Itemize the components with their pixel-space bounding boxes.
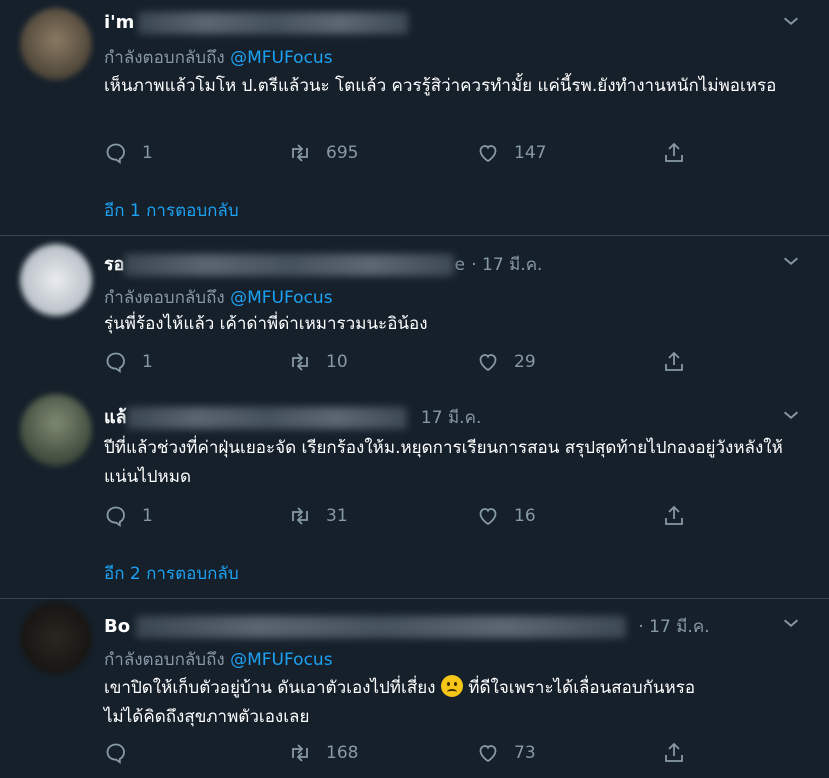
retweet-count: 168	[326, 743, 359, 763]
share-icon	[665, 505, 683, 525]
heart-icon	[479, 145, 497, 163]
avatar[interactable]	[20, 244, 92, 316]
retweet-count: 695	[326, 143, 359, 163]
chevron-down-icon[interactable]	[780, 404, 802, 426]
share-button[interactable]	[662, 738, 700, 768]
reply-count: 1	[142, 143, 153, 163]
tweet-actions: 1 10 29	[104, 347, 704, 377]
share-button[interactable]	[662, 347, 700, 377]
display-name[interactable]: รอ e · 17 มี.ค.	[104, 252, 542, 278]
avatar[interactable]	[20, 8, 92, 80]
like-button[interactable]: 29	[476, 347, 536, 377]
chevron-down-icon[interactable]	[780, 612, 802, 634]
like-button[interactable]: 16	[476, 501, 536, 531]
retweet-count: 10	[326, 352, 348, 372]
comment-icon	[106, 506, 125, 527]
share-button[interactable]	[662, 501, 700, 531]
reply-button[interactable]: 1	[104, 501, 153, 531]
reply-count: 1	[142, 506, 153, 526]
frowning-face-emoji-icon	[440, 675, 463, 697]
reply-to-line: กำลังตอบกลับถึง @MFUFocus	[104, 48, 333, 68]
show-more-replies-link[interactable]: อีก 1 การตอบกลับ	[104, 197, 239, 224]
retweet-icon	[292, 353, 308, 371]
divider	[0, 598, 829, 599]
tweet-text: ปีที่แล้วช่วงที่ค่าฝุ่นเยอะจัด เรียกร้อง…	[104, 438, 783, 487]
like-button[interactable]: 147	[476, 138, 546, 168]
reply-button[interactable]: 1	[104, 347, 153, 377]
blurred-username	[124, 254, 455, 276]
like-count: 16	[514, 506, 536, 526]
display-name[interactable]: แล้ 17 มี.ค.	[104, 405, 481, 431]
like-count: 73	[514, 743, 536, 763]
heart-icon	[479, 508, 497, 526]
like-count: 147	[514, 143, 547, 163]
retweet-button[interactable]: 168	[288, 738, 358, 768]
like-button[interactable]: 73	[476, 738, 536, 768]
comment-icon	[106, 352, 125, 373]
heart-icon	[479, 745, 497, 763]
display-name[interactable]: Bo · 17 มี.ค.	[104, 614, 710, 640]
tweet-text: รุ่นพี่ร้องไห้แล้ว เค้าด่าพี่ด่าเหมารวมน…	[104, 314, 428, 334]
tweet-date[interactable]: · 17 มี.ค.	[638, 617, 709, 637]
avatar[interactable]	[20, 394, 92, 466]
blurred-username	[126, 407, 407, 429]
reply-button[interactable]: 1	[104, 138, 153, 168]
reply-to-line: กำลังตอบกลับถึง @MFUFocus	[104, 650, 333, 670]
comment-icon	[106, 743, 125, 764]
chevron-down-icon[interactable]	[780, 10, 802, 32]
share-button[interactable]	[662, 138, 700, 168]
retweet-count: 31	[326, 506, 348, 526]
mention-link[interactable]: @MFUFocus	[230, 650, 332, 670]
retweet-icon	[292, 744, 308, 762]
retweet-button[interactable]: 695	[288, 138, 358, 168]
tweet-actions: 1 31 16	[104, 501, 704, 531]
show-more-replies-link[interactable]: อีก 2 การตอบกลับ	[104, 560, 239, 587]
heart-icon	[479, 354, 497, 372]
share-icon	[665, 742, 683, 762]
retweet-icon	[292, 507, 308, 525]
blurred-username	[136, 616, 627, 638]
reply-button[interactable]	[104, 738, 142, 768]
divider	[0, 235, 829, 236]
tweet-text: เขาปิดให้เก็บตัวอยู่บ้าน ดันเอาตัวเองไปท…	[104, 674, 804, 732]
mention-link[interactable]: @MFUFocus	[230, 288, 332, 308]
comment-icon	[106, 143, 125, 164]
avatar[interactable]	[20, 602, 92, 674]
share-icon	[665, 142, 683, 162]
retweet-icon	[292, 144, 308, 162]
mention-link[interactable]: @MFUFocus	[230, 48, 332, 68]
like-count: 29	[514, 352, 536, 372]
tweet-text: เห็นภาพแล้วโมโห ป.ตรีแล้วนะ โตแล้ว ควรรู…	[104, 76, 777, 96]
display-name[interactable]: i'm	[104, 10, 409, 36]
tweet-date[interactable]: · 17 มี.ค.	[471, 255, 542, 275]
reply-to-line: กำลังตอบกลับถึง @MFUFocus	[104, 288, 333, 308]
blurred-username	[138, 12, 409, 34]
retweet-button[interactable]: 10	[288, 347, 348, 377]
tweet-actions: 1 695 147	[104, 138, 704, 168]
tweet-actions: 168 73	[104, 738, 704, 768]
reply-count: 1	[142, 352, 153, 372]
share-icon	[665, 351, 683, 371]
chevron-down-icon[interactable]	[780, 250, 802, 272]
retweet-button[interactable]: 31	[288, 501, 348, 531]
tweet-date[interactable]: 17 มี.ค.	[421, 408, 481, 428]
